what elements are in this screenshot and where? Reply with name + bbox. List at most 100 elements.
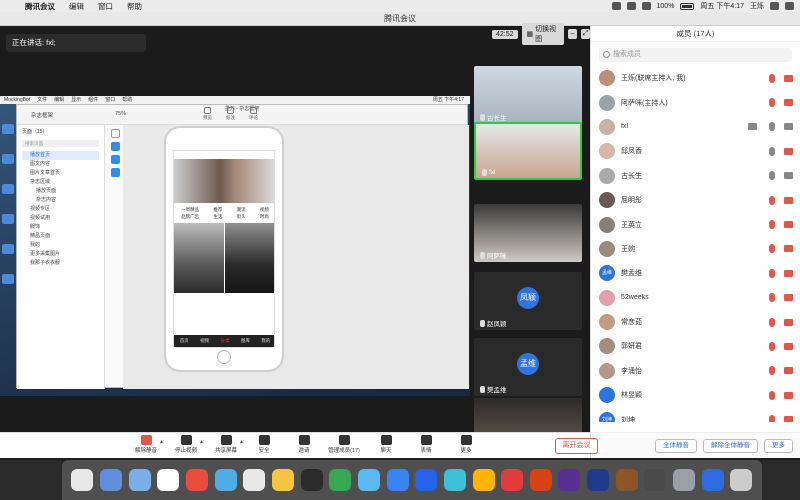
- participant-row[interactable]: 李涌怡: [591, 359, 800, 383]
- menu-app-name[interactable]: 腾讯会议: [25, 1, 55, 12]
- toolbar-button-shield[interactable]: 安全: [244, 435, 284, 457]
- dock-app-icon[interactable]: [615, 469, 638, 491]
- video-tile[interactable]: 孟维 樊孟维: [474, 338, 582, 396]
- microphone-icon[interactable]: [769, 293, 775, 303]
- video-camera-icon[interactable]: [784, 269, 793, 277]
- video-camera-icon[interactable]: [784, 318, 793, 326]
- participant-row[interactable]: 郭妍君: [591, 334, 800, 358]
- participant-row[interactable]: 常彦茹: [591, 310, 800, 334]
- participant-row[interactable]: 52weeks: [591, 286, 800, 310]
- dock-app-icon[interactable]: [529, 469, 552, 491]
- dock-app-icon[interactable]: [128, 469, 151, 491]
- participant-row[interactable]: fxl: [591, 115, 800, 139]
- video-camera-icon[interactable]: [784, 367, 793, 375]
- menu-window[interactable]: 窗口: [98, 1, 113, 12]
- participant-row[interactable]: 刘坤 刘坤: [591, 407, 800, 422]
- caret-up-icon[interactable]: ▲: [199, 439, 204, 445]
- dock-app-icon[interactable]: [157, 469, 180, 491]
- user-name[interactable]: 王烁: [750, 1, 764, 11]
- apple-logo-icon[interactable]: [6, 2, 15, 11]
- fullscreen-icon[interactable]: ⤢: [581, 29, 590, 39]
- toolbar-button-members[interactable]: 管理成员(17): [324, 435, 364, 457]
- clock[interactable]: 周五 下午4:17: [700, 1, 744, 11]
- microphone-icon[interactable]: [769, 366, 775, 376]
- mute-all-button[interactable]: 全体静音: [655, 438, 697, 453]
- toolbar-button-camera[interactable]: 停止视频 ▲: [166, 435, 206, 457]
- microphone-icon[interactable]: [769, 171, 775, 181]
- menu-edit[interactable]: 编辑: [69, 1, 84, 12]
- cloud-status-icon[interactable]: [626, 2, 636, 10]
- participant-row[interactable]: 孟维 樊孟维: [591, 261, 800, 285]
- participant-row[interactable]: 阿萨咪(主持人): [591, 90, 800, 114]
- video-camera-icon[interactable]: [784, 342, 793, 350]
- video-camera-icon[interactable]: [784, 221, 793, 229]
- microphone-icon[interactable]: [769, 268, 775, 278]
- leave-meeting-button[interactable]: 离开会议: [555, 438, 598, 454]
- microphone-icon[interactable]: [769, 341, 775, 351]
- video-camera-icon[interactable]: [784, 147, 793, 155]
- wifi-icon[interactable]: [641, 2, 651, 10]
- participant-search-input[interactable]: 搜索成员: [599, 48, 792, 62]
- dock-app-icon[interactable]: [415, 469, 438, 491]
- participant-row[interactable]: 王烁(联席主持人, 我): [591, 66, 800, 90]
- toolbar-button-chat[interactable]: 聊天: [366, 435, 406, 457]
- video-camera-icon[interactable]: [784, 245, 793, 253]
- dock-app-icon[interactable]: [730, 469, 753, 491]
- microphone-icon[interactable]: [769, 146, 775, 156]
- search-icon[interactable]: [770, 2, 779, 10]
- video-camera-icon[interactable]: [784, 123, 793, 131]
- toolbar-button-emoji[interactable]: 表情: [406, 435, 446, 457]
- microphone-icon[interactable]: [769, 390, 775, 400]
- microphone-icon[interactable]: [769, 73, 775, 83]
- dock-app-icon[interactable]: [71, 469, 94, 491]
- microphone-icon[interactable]: [769, 317, 775, 327]
- participant-row[interactable]: 王婉: [591, 237, 800, 261]
- dock-app-icon[interactable]: [587, 469, 610, 491]
- dock-app-icon[interactable]: [271, 469, 294, 491]
- video-tile[interactable]: 阿萨咪: [474, 204, 582, 262]
- microphone-icon[interactable]: [769, 415, 775, 422]
- more-actions-button[interactable]: 更多: [764, 438, 793, 453]
- toolbar-button-mic-muted[interactable]: 解除静音 ▲: [126, 435, 166, 457]
- dock-app-icon[interactable]: [701, 469, 724, 491]
- microphone-icon[interactable]: [769, 244, 775, 254]
- dock-app-icon[interactable]: [386, 469, 409, 491]
- unmute-all-button[interactable]: 解除全体静音: [703, 438, 758, 453]
- microphone-icon[interactable]: [769, 195, 775, 205]
- dock-app-icon[interactable]: [558, 469, 581, 491]
- caret-up-icon[interactable]: ▲: [159, 439, 164, 445]
- video-camera-icon[interactable]: [784, 294, 793, 302]
- dock-app-icon[interactable]: [214, 469, 237, 491]
- dock-app-icon[interactable]: [472, 469, 495, 491]
- video-tile[interactable]: fxl: [474, 122, 582, 180]
- participant-row[interactable]: 古长生: [591, 164, 800, 188]
- dock-app-icon[interactable]: [501, 469, 524, 491]
- video-tile[interactable]: 凤颖 赵凤颖: [474, 272, 582, 330]
- dock-app-icon[interactable]: [243, 469, 266, 491]
- dock-app-icon[interactable]: [673, 469, 696, 491]
- dock-app-icon[interactable]: [644, 469, 667, 491]
- video-camera-icon[interactable]: [784, 391, 793, 399]
- toolbar-button-invite[interactable]: 邀请: [284, 435, 324, 457]
- video-camera-icon[interactable]: [784, 99, 793, 107]
- dock-app-icon[interactable]: [357, 469, 380, 491]
- dock-app-icon[interactable]: [329, 469, 352, 491]
- video-camera-icon[interactable]: [784, 74, 793, 82]
- menu-help[interactable]: 帮助: [127, 1, 142, 12]
- dock-app-icon[interactable]: [99, 469, 122, 491]
- toolbar-button-more[interactable]: 更多: [446, 435, 486, 457]
- dock-app-icon[interactable]: [300, 469, 323, 491]
- microphone-icon[interactable]: [769, 98, 775, 108]
- participant-row[interactable]: 林昱颖: [591, 383, 800, 407]
- video-tile[interactable]: 古长生: [474, 66, 582, 124]
- participant-row[interactable]: 王英立: [591, 212, 800, 236]
- shared-screen[interactable]: MockingBot 文件 编辑 显示 组件 窗口 帮助 周五 下午4:17 墨…: [0, 96, 470, 396]
- participant-row[interactable]: 邱凤香: [591, 139, 800, 163]
- video-camera-icon[interactable]: [784, 196, 793, 204]
- dock-app-icon[interactable]: [185, 469, 208, 491]
- menu-list-icon[interactable]: [785, 2, 794, 10]
- video-camera-icon[interactable]: [784, 416, 793, 422]
- minimize-icon[interactable]: –: [568, 29, 578, 39]
- wechat-status-icon[interactable]: [611, 2, 621, 10]
- toolbar-button-screen-share[interactable]: 共享屏幕 ▲: [206, 435, 246, 457]
